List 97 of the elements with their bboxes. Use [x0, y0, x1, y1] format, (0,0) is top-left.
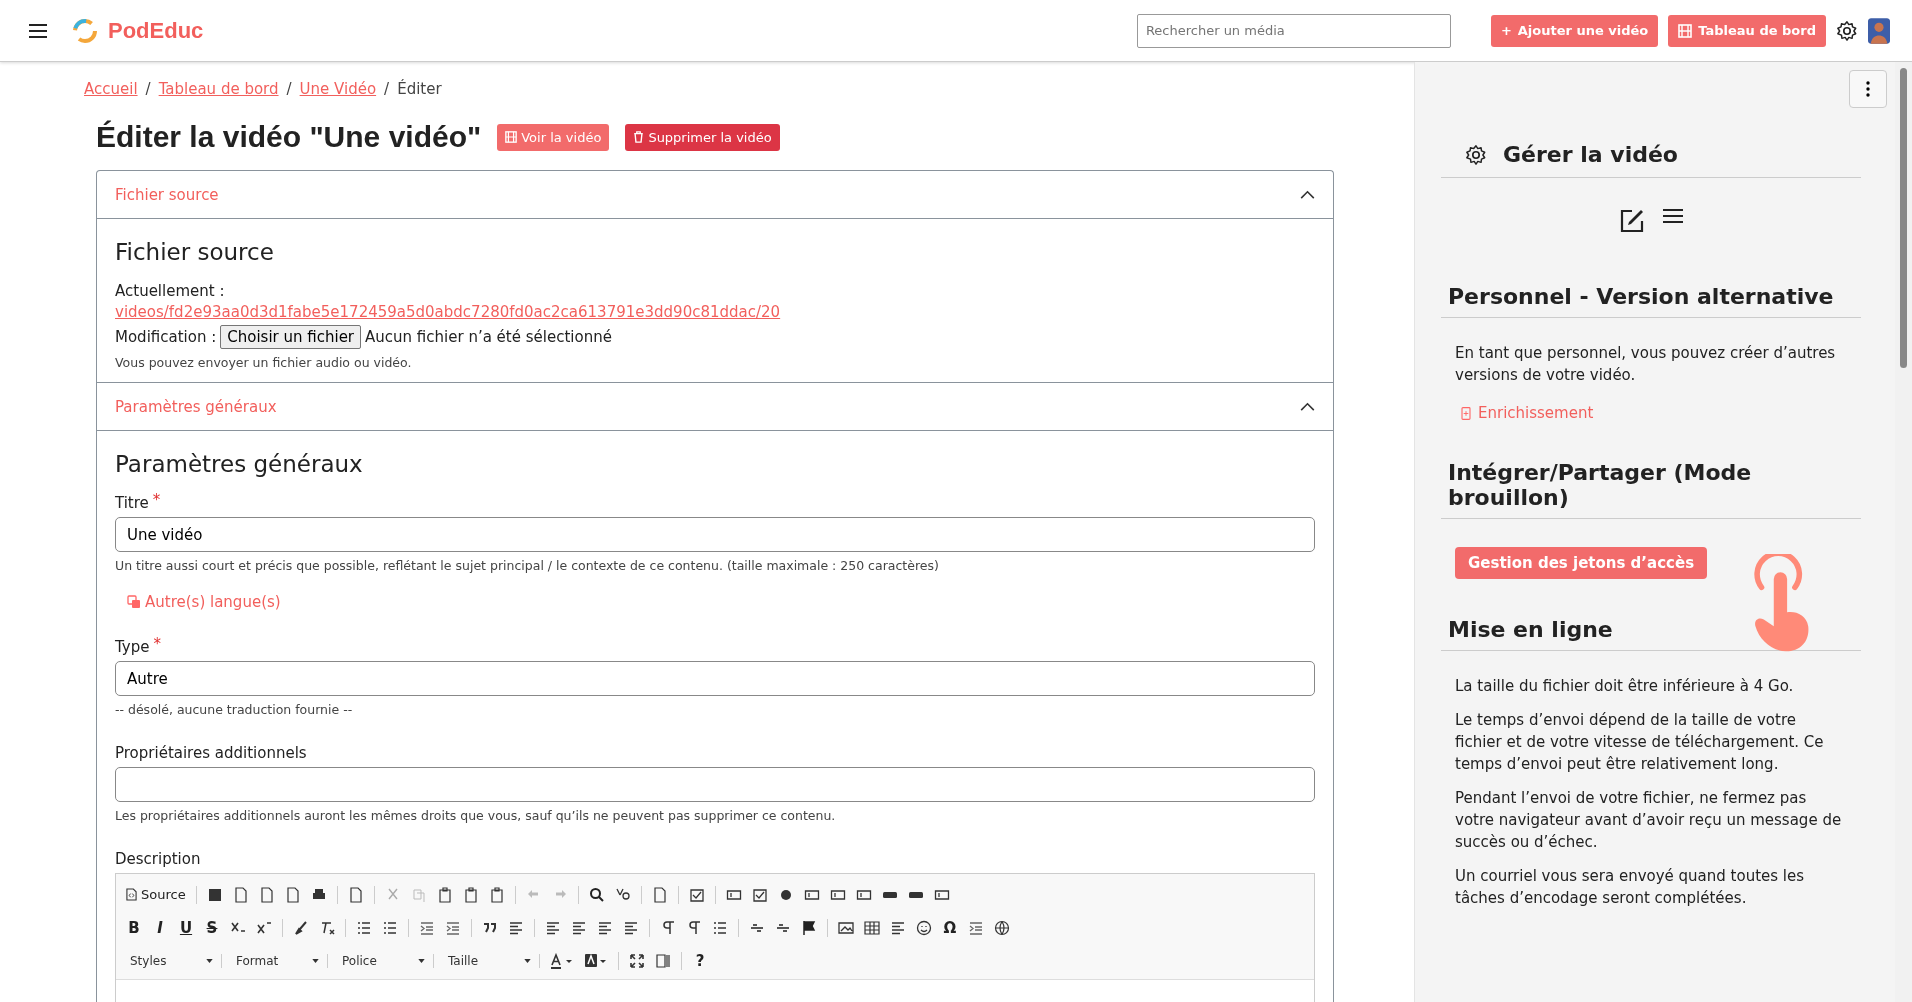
- field-label: Modification :: [115, 327, 217, 348]
- toolbar-dropdown[interactable]: Police: [338, 953, 434, 968]
- field-label: Type: [115, 637, 150, 658]
- caret-icon: [206, 958, 213, 963]
- translate-icon: [127, 595, 141, 609]
- choose-file-button[interactable]: Choisir un fichier: [220, 325, 362, 349]
- add-file-icon: [1461, 406, 1471, 420]
- section-title: Fichier source: [115, 239, 275, 265]
- breadcrumb-separator: /: [384, 80, 390, 98]
- brush-icon[interactable]: [293, 919, 309, 936]
- help-text: -- désolé, aucune traduction fournie --: [115, 702, 354, 717]
- align-icon[interactable]: [597, 919, 613, 936]
- clipboard-icon[interactable]: [436, 886, 453, 903]
- help-button[interactable]: ?: [692, 951, 708, 970]
- clipboard-icon[interactable]: [462, 886, 479, 903]
- toolbar-dropdown[interactable]: Format: [232, 953, 328, 968]
- edit-icon[interactable]: [1619, 208, 1645, 234]
- info-text: Un courriel vous sera envoyé quand toutes les tâches d’encodage seront complétées.: [1455, 866, 1806, 909]
- indent-icon[interactable]: [968, 919, 984, 936]
- format-button[interactable]: B: [126, 918, 142, 937]
- clipboard-icon[interactable]: [488, 886, 505, 903]
- format-button[interactable]: U: [178, 918, 194, 937]
- pilcrow-icon[interactable]: [660, 919, 676, 936]
- search-icon[interactable]: [588, 886, 605, 903]
- help-text: Les propriétaires additionnels auront les mêmes droits que vous, sauf qu’ils ne peuvent pas supprimer ce contenu.: [115, 808, 837, 823]
- section-heading: Personnel - Version alternative: [1441, 284, 1861, 318]
- help-text: Un titre aussi court et précis que possible, reflétant le sujet principal / le contexte de ce contenu. (taille maximale : 250 caractères): [115, 558, 940, 573]
- field-label: Actuellement :: [115, 281, 226, 302]
- align-icon[interactable]: [571, 919, 587, 936]
- list-icon[interactable]: [712, 919, 728, 936]
- indent-icon[interactable]: [419, 919, 435, 936]
- trash-icon: [633, 131, 645, 143]
- checkbox-icon[interactable]: [751, 886, 768, 903]
- text-replace-icon[interactable]: [614, 886, 631, 903]
- background-color-icon[interactable]: [584, 952, 608, 969]
- text-color-icon[interactable]: [550, 952, 574, 969]
- flag-icon[interactable]: [801, 919, 817, 936]
- scrollbar[interactable]: [1895, 62, 1912, 1002]
- clear-format-icon[interactable]: [319, 919, 335, 936]
- list-icon[interactable]: [356, 919, 372, 936]
- logo-icon: [72, 17, 98, 44]
- checkbox-icon[interactable]: [688, 886, 705, 903]
- smiley-icon[interactable]: [916, 919, 932, 936]
- menu-icon[interactable]: [1663, 208, 1683, 224]
- special-character-button[interactable]: Ω: [942, 918, 958, 937]
- info-text: Pendant l’envoi de votre fichier, ne fermez pas votre navigateur avant d’avoir reçu un message de succès ou d’échec.: [1455, 788, 1843, 853]
- source-button[interactable]: Source: [126, 887, 186, 902]
- globe-icon[interactable]: [994, 919, 1010, 936]
- section-heading: Intégrer/Partager (Mode brouillon): [1441, 460, 1861, 519]
- align-icon[interactable]: [890, 919, 906, 936]
- maximize-icon[interactable]: [629, 952, 645, 969]
- settings-icon[interactable]: [1836, 19, 1858, 42]
- file-status: Aucun fichier n’a été sélectionné: [365, 327, 612, 348]
- indent-icon[interactable]: [445, 919, 461, 936]
- list-icon[interactable]: [382, 919, 398, 936]
- field-label: Description: [115, 849, 201, 870]
- page-title: Éditer la vidéo "Une vidéo": [96, 120, 482, 154]
- pilcrow-icon[interactable]: [686, 919, 702, 936]
- info-text: La taille du fichier doit être inférieure à 4 Go.: [1455, 676, 1795, 697]
- film-icon: [1678, 23, 1693, 38]
- required-marker: *: [152, 491, 161, 511]
- film-icon: [505, 131, 518, 143]
- search-field[interactable]: Rechercher un média: [1136, 13, 1451, 48]
- breadcrumb-separator: /: [286, 80, 292, 98]
- align-icon[interactable]: [623, 919, 639, 936]
- kebab-icon: [1866, 81, 1870, 97]
- table-icon[interactable]: [864, 919, 880, 936]
- toolbar-dropdown[interactable]: Styles: [126, 953, 222, 968]
- show-blocks-icon[interactable]: [655, 952, 671, 969]
- superscript-icon[interactable]: [256, 919, 272, 936]
- toolbar-dropdown[interactable]: Taille: [444, 953, 540, 968]
- text-field[interactable]: [115, 767, 1315, 802]
- settings-icon: [1465, 143, 1487, 166]
- menu-icon[interactable]: [28, 22, 48, 39]
- caret-icon: [524, 958, 531, 963]
- more-options-button[interactable]: [1849, 70, 1887, 108]
- field-label: Titre: [115, 493, 149, 514]
- align-icon[interactable]: [545, 919, 561, 936]
- breadcrumb-separator: /: [145, 80, 151, 98]
- field-label: Propriétaires additionnels: [115, 743, 307, 764]
- breadcrumb-current: Éditer: [397, 80, 442, 98]
- caret-icon: [312, 958, 319, 963]
- delete-button[interactable]: Supprimer la vidéo: [625, 123, 780, 151]
- help-text: Vous pouvez envoyer un fichier audio ou vidéo.: [115, 355, 413, 370]
- format-button[interactable]: I: [152, 918, 168, 937]
- sidebar-title: Gérer la vidéo: [1503, 142, 1678, 167]
- text-field[interactable]: Une vidéo: [115, 517, 1315, 552]
- info-text: En tant que personnel, vous pouvez créer d’autres versions de votre vidéo.: [1455, 343, 1837, 386]
- format-button[interactable]: S: [204, 918, 220, 937]
- image-icon[interactable]: [838, 919, 854, 936]
- text-field[interactable]: Autre: [115, 661, 1315, 696]
- required-marker: *: [153, 635, 161, 655]
- caret-icon: [418, 958, 425, 963]
- document-code-icon: [126, 888, 137, 901]
- avatar[interactable]: [1868, 17, 1890, 44]
- section-title: Paramètres généraux: [115, 451, 364, 477]
- info-text: Le temps d’envoi dépend de la taille de votre fichier et de votre vitesse de téléchargement. Ce temps d’envoi peut être relativement long.: [1455, 710, 1825, 775]
